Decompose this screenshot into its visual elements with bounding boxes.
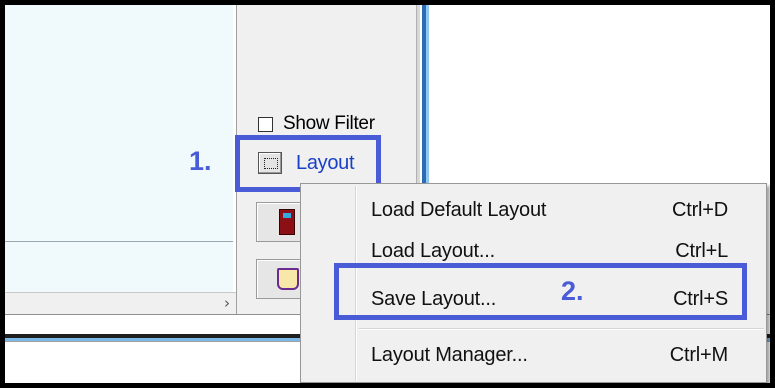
chevron-right-icon[interactable]: › [224, 294, 230, 312]
menu-item-label: Layout Manager... [371, 343, 528, 366]
book-icon [277, 268, 299, 290]
menu-item-shortcut: Ctrl+D [671, 198, 728, 221]
annotation-step2-number: 2. [561, 276, 584, 306]
menu-item-label: Load Layout... [371, 239, 495, 262]
menu-item-shortcut: Ctrl+L [675, 239, 728, 262]
menu-separator [359, 328, 764, 330]
open-book-button[interactable] [256, 259, 302, 299]
list-divider [5, 241, 233, 242]
menu-item-shortcut: Ctrl+M [669, 343, 728, 366]
annotation-step1-number: 1. [189, 146, 212, 176]
exit-button[interactable] [256, 202, 302, 242]
checkbox-icon[interactable] [258, 116, 273, 132]
show-filter-checkbox[interactable]: Show Filter [258, 113, 375, 135]
annotation-box-step2 [334, 263, 747, 320]
menu-item-load-default-layout[interactable]: Load Default Layout Ctrl+D [303, 191, 764, 229]
show-filter-label: Show Filter [283, 113, 375, 134]
horizontal-scrollbar[interactable]: › [5, 292, 238, 314]
menu-item-label: Load Default Layout [371, 198, 547, 221]
exit-door-icon [279, 209, 295, 235]
menu-item-layout-manager[interactable]: Layout Manager... Ctrl+M [303, 336, 764, 374]
